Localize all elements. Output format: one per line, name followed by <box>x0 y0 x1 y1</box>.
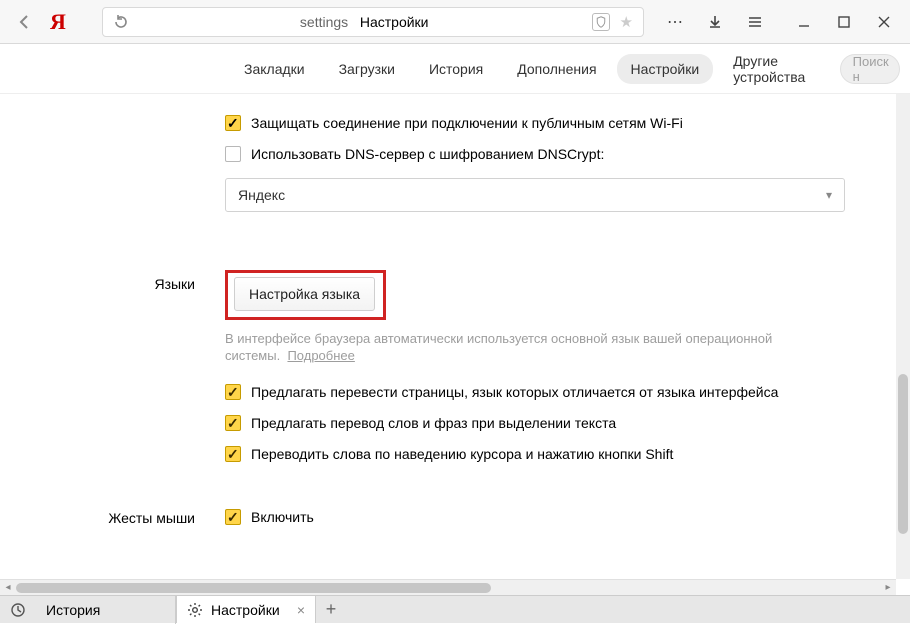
protect-icon[interactable] <box>592 13 610 31</box>
close-button[interactable] <box>864 7 904 37</box>
checkbox-protect-wifi[interactable] <box>225 115 241 131</box>
chevron-down-icon: ▾ <box>826 188 832 202</box>
label-dnscrypt: Использовать DNS-сервер с шифрованием DN… <box>251 145 604 164</box>
row-translate-words: Предлагать перевод слов и фраз при выдел… <box>225 408 855 439</box>
checkbox-translate-pages[interactable] <box>225 384 241 400</box>
url-path: settings <box>300 14 348 30</box>
window-controls <box>784 7 904 37</box>
address-bar[interactable]: settings Настройки ★ <box>102 7 644 37</box>
section-network: Защищать соединение при подключении к пу… <box>0 94 896 222</box>
tab-downloads[interactable]: Загрузки <box>325 54 409 84</box>
row-translate-pages: Предлагать перевести страницы, язык кото… <box>225 377 855 408</box>
row-dnscrypt: Использовать DNS-сервер с шифрованием DN… <box>225 139 855 170</box>
row-translate-hover: Переводить слова по наведению курсора и … <box>225 439 855 470</box>
section-languages-label: Языки <box>0 270 225 470</box>
label-translate-words: Предлагать перевод слов и фраз при выдел… <box>251 414 616 433</box>
languages-helper-text: В интерфейсе браузера автоматически испо… <box>225 330 815 365</box>
hscroll-track[interactable] <box>16 580 880 596</box>
gear-icon <box>187 602 203 618</box>
bottom-tab-history[interactable]: История <box>36 596 176 624</box>
section-languages: Языки Настройка языка В интерфейсе брауз… <box>0 222 896 480</box>
back-icon[interactable] <box>14 7 36 37</box>
menu-icon[interactable] <box>736 7 774 37</box>
languages-learn-more-link[interactable]: Подробнее <box>287 348 354 363</box>
vertical-scrollbar-thumb[interactable] <box>898 374 908 534</box>
row-protect-wifi: Защищать соединение при подключении к пу… <box>225 108 855 139</box>
checkbox-translate-hover[interactable] <box>225 446 241 462</box>
tab-settings[interactable]: Настройки <box>617 54 714 84</box>
minimize-button[interactable] <box>784 7 824 37</box>
window-back-group: Я <box>14 7 70 37</box>
dns-server-select[interactable]: Яндекс ▾ <box>225 178 845 212</box>
tab-history[interactable]: История <box>415 54 497 84</box>
title-bar: Я settings Настройки ★ ⋯ <box>0 0 910 44</box>
settings-content: Защищать соединение при подключении к пу… <box>0 94 896 579</box>
highlight-language-settings: Настройка языка <box>225 270 386 320</box>
history-clock-icon[interactable] <box>0 596 36 623</box>
hscroll-thumb[interactable] <box>16 583 491 593</box>
downloads-icon[interactable] <box>696 7 734 37</box>
settings-search-input[interactable]: Поиск н <box>840 54 900 84</box>
address-trailing: ★ <box>592 13 633 31</box>
dns-server-value: Яндекс <box>238 187 285 203</box>
bottom-tab-history-label: История <box>46 602 100 618</box>
bottom-tab-settings[interactable]: Настройки × <box>176 595 316 623</box>
toolbar-buttons: ⋯ <box>656 7 774 37</box>
yandex-logo[interactable]: Я <box>46 11 70 33</box>
settings-nav-tabs: Закладки Загрузки История Дополнения Нас… <box>0 44 910 94</box>
bottom-tab-settings-label: Настройки <box>211 602 280 618</box>
label-protect-wifi: Защищать соединение при подключении к пу… <box>251 114 683 133</box>
horizontal-scrollbar[interactable]: ◂ ▸ <box>0 579 896 595</box>
label-mouse-enable: Включить <box>251 508 314 527</box>
hscroll-right-arrow[interactable]: ▸ <box>880 580 896 596</box>
more-icon[interactable]: ⋯ <box>656 7 694 37</box>
maximize-button[interactable] <box>824 7 864 37</box>
section-mouse-gestures: Жесты мыши Включить <box>0 480 896 527</box>
settings-search-placeholder: Поиск н <box>853 54 889 84</box>
vertical-scrollbar[interactable] <box>896 94 910 579</box>
reload-icon[interactable] <box>113 14 129 30</box>
row-mouse-enable: Включить <box>225 508 855 527</box>
label-translate-hover: Переводить слова по наведению курсора и … <box>251 445 673 464</box>
bookmark-star-icon[interactable]: ★ <box>620 13 633 31</box>
language-settings-button[interactable]: Настройка языка <box>234 277 375 311</box>
tab-extensions[interactable]: Дополнения <box>503 54 610 84</box>
tab-bookmarks[interactable]: Закладки <box>230 54 319 84</box>
hscroll-left-arrow[interactable]: ◂ <box>0 580 16 596</box>
url-title: Настройки <box>360 14 429 30</box>
section-mouse-label: Жесты мыши <box>0 508 225 527</box>
dns-select-row: Яндекс ▾ <box>225 178 855 212</box>
bottom-tab-strip: История Настройки × + <box>0 595 910 623</box>
checkbox-dnscrypt[interactable] <box>225 146 241 162</box>
section-network-label <box>0 108 225 212</box>
label-translate-pages: Предлагать перевести страницы, язык кото… <box>251 383 778 402</box>
tab-other-devices[interactable]: Другие устройства <box>719 46 833 92</box>
close-tab-icon[interactable]: × <box>297 602 305 618</box>
new-tab-button[interactable]: + <box>316 596 346 623</box>
address-text: settings Настройки <box>137 14 592 30</box>
checkbox-mouse-enable[interactable] <box>225 509 241 525</box>
checkbox-translate-words[interactable] <box>225 415 241 431</box>
